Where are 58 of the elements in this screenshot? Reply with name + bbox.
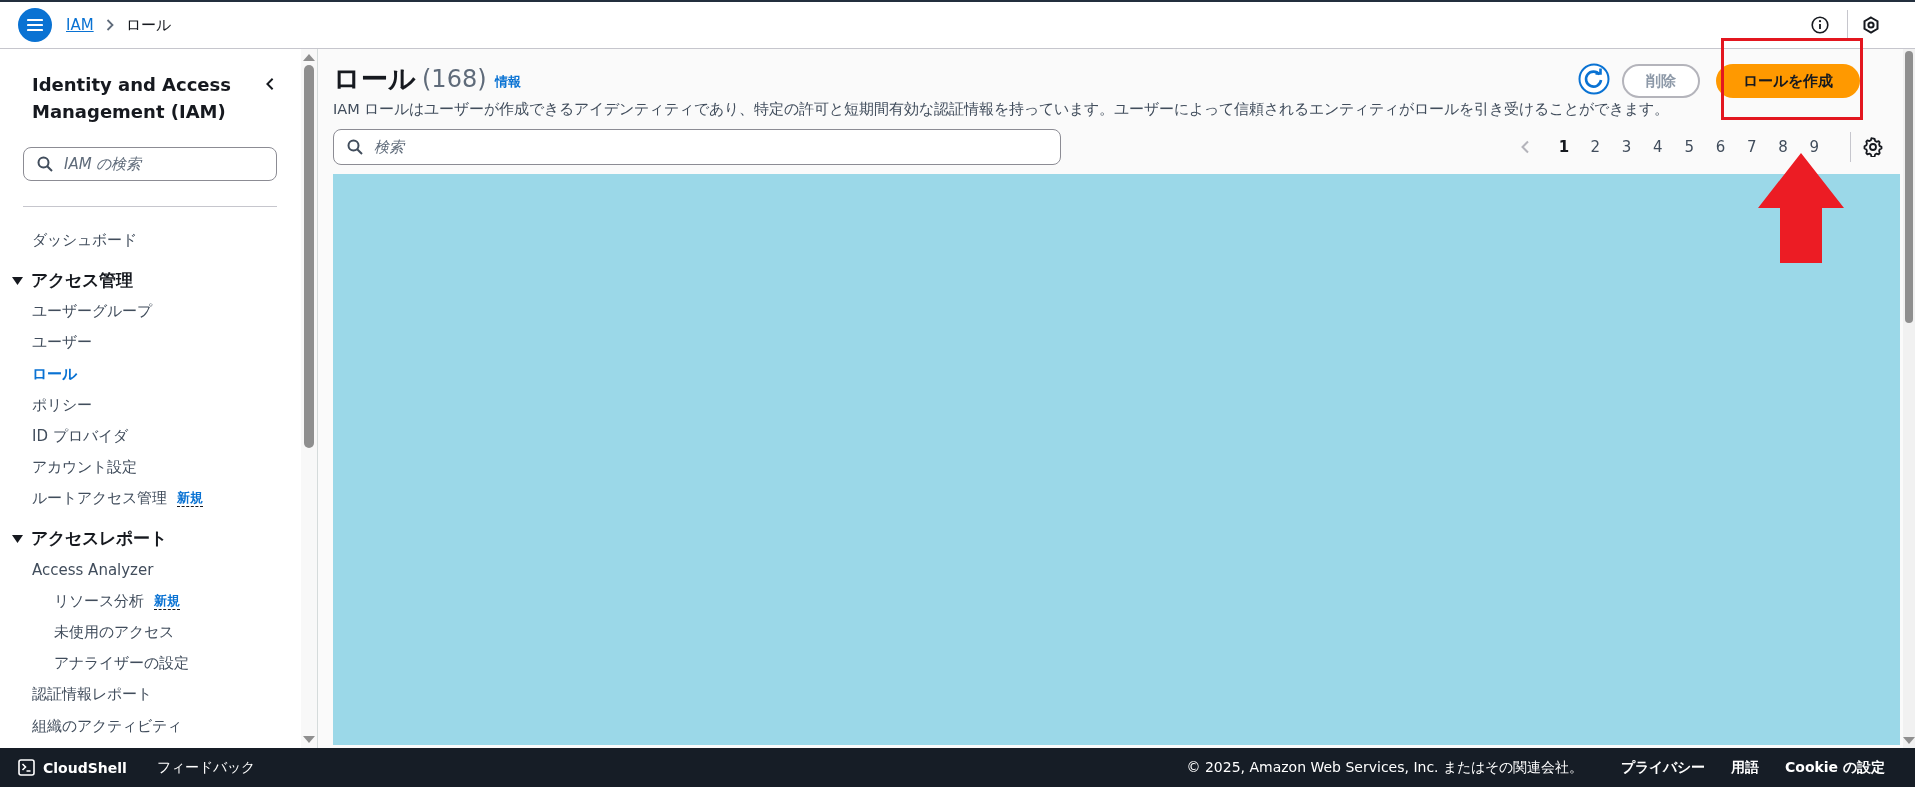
new-badge: 新規 bbox=[154, 592, 180, 610]
search-icon bbox=[37, 156, 53, 172]
nav-link[interactable]: ロール bbox=[32, 364, 77, 384]
nav-link[interactable]: リソース分析 bbox=[54, 591, 144, 611]
footer-link[interactable]: Cookie の設定 bbox=[1785, 758, 1885, 777]
scrollbar[interactable] bbox=[1903, 49, 1915, 748]
footer-link[interactable]: プライバシー bbox=[1621, 758, 1705, 777]
nav-link[interactable]: Access Analyzer bbox=[32, 561, 154, 580]
menu-icon bbox=[27, 18, 43, 32]
info-icon[interactable] bbox=[1811, 16, 1829, 34]
terminal-icon bbox=[18, 759, 35, 776]
page-number[interactable]: 2 bbox=[1579, 138, 1611, 156]
new-badge: 新規 bbox=[177, 490, 203, 508]
page-number[interactable]: 8 bbox=[1767, 138, 1799, 156]
search-icon bbox=[347, 139, 363, 155]
page-number[interactable]: 3 bbox=[1610, 138, 1643, 156]
chevron-right-icon bbox=[105, 19, 114, 31]
nav-link[interactable]: 未使用のアクセス bbox=[54, 622, 174, 642]
page-number[interactable]: 1 bbox=[1548, 138, 1580, 156]
hexagon-icon[interactable] bbox=[1862, 16, 1880, 34]
nav-link[interactable]: アナライザーの設定 bbox=[54, 654, 189, 674]
role-count: (168) bbox=[422, 65, 487, 93]
nav-link[interactable]: アカウント設定 bbox=[32, 458, 137, 478]
refresh-icon bbox=[1578, 63, 1610, 95]
nav-link[interactable]: ポリシー bbox=[32, 395, 92, 415]
page-number[interactable]: 5 bbox=[1673, 138, 1705, 156]
nav-link[interactable]: ユーザー bbox=[32, 333, 92, 353]
nav-link[interactable]: ダッシュボード bbox=[32, 231, 137, 251]
nav-link[interactable]: ID プロバイダ bbox=[32, 427, 128, 447]
search-field[interactable]: IAM の検索 bbox=[23, 147, 277, 181]
collapse-icon[interactable] bbox=[265, 77, 275, 91]
cloudshell-link[interactable]: CloudShell bbox=[43, 759, 127, 776]
create-button[interactable]: ロールを作成 bbox=[1716, 64, 1860, 98]
scrollbar[interactable] bbox=[301, 49, 317, 748]
page-title: ロール bbox=[333, 62, 416, 96]
page-number[interactable]: 6 bbox=[1704, 138, 1737, 156]
info-link[interactable]: 情報 bbox=[494, 73, 521, 91]
page-number[interactable]: 4 bbox=[1642, 138, 1674, 156]
page-number[interactable]: 7 bbox=[1736, 138, 1768, 156]
footer-link[interactable]: 用語 bbox=[1731, 758, 1759, 777]
copyright-text: © 2025, Amazon Web Services, Inc. またはその関連会社。 bbox=[1186, 758, 1583, 777]
search-field[interactable]: 検索 bbox=[333, 129, 1061, 165]
sidebar-title: Identity and Access Management (IAM) bbox=[32, 73, 232, 124]
caret-down-icon[interactable] bbox=[12, 274, 23, 286]
page-description: IAM ロールはユーザーが作成できるアイデンティティであり、特定の許可と短期間有効な認証情報を持っています。ユーザーによって信頼されるエンティティがロールを引き受けることができます。 bbox=[333, 100, 1671, 119]
nav-link[interactable]: ユーザーグループ bbox=[32, 302, 152, 322]
menu-button[interactable] bbox=[18, 8, 52, 42]
breadcrumb-current: ロール bbox=[125, 15, 171, 35]
nav-link[interactable]: 認証情報レポート bbox=[32, 685, 152, 705]
nav-link[interactable]: ルートアクセス管理 bbox=[32, 489, 167, 509]
feedback-link[interactable]: フィードバック bbox=[156, 758, 255, 777]
nav-link[interactable]: 組織のアクティビティ bbox=[32, 716, 182, 736]
page-number[interactable]: 9 bbox=[1798, 138, 1830, 156]
breadcrumb-link[interactable]: IAM bbox=[66, 16, 94, 34]
section-heading[interactable]: アクセスレポート bbox=[31, 527, 167, 550]
section-heading[interactable]: アクセス管理 bbox=[31, 268, 133, 292]
caret-down-icon[interactable] bbox=[12, 533, 23, 544]
settings-icon[interactable] bbox=[1863, 137, 1883, 157]
